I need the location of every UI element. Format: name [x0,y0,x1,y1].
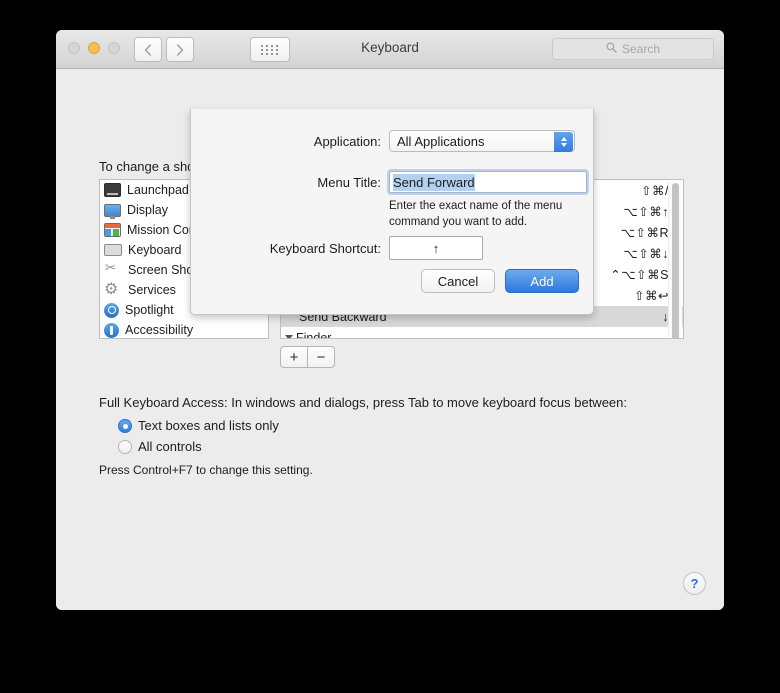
table-group-row[interactable]: Finder [281,327,683,339]
application-row: Application: All Applications [191,130,575,152]
menu-title-label: Menu Title: [317,174,381,190]
sidebar-item-label: Accessibility [125,323,194,337]
menu-title-input[interactable]: Send Forward [389,171,587,193]
keyboard-shortcut-row: Keyboard Shortcut: ↑ [191,236,483,260]
mission-control-icon [104,223,121,237]
sidebar-item-accessibility[interactable]: Accessibility [100,320,268,338]
spotlight-icon [104,302,119,318]
keyboard-shortcut-label: Keyboard Shortcut: [269,240,381,256]
search-placeholder: Search [621,42,661,56]
help-button[interactable]: ? [683,572,706,595]
window-content: To change a shortcut, select it, click t… [56,69,724,610]
application-selected-value: All Applications [397,133,485,149]
search-icon [606,42,617,56]
search-field[interactable]: Search [552,38,714,60]
services-icon [104,279,122,299]
group-name: Finder [296,330,332,339]
keyboard-preferences-window: Keyboard Search To change a shortcut, se… [56,30,724,610]
shortcut-list-scrollbar[interactable] [668,181,682,338]
cancel-button[interactable]: Cancel [421,269,495,293]
sidebar-item-label: Services [128,283,176,297]
menu-title-helper-text: Enter the exact name of the menu command… [389,200,563,228]
press-control-f7-note: Press Control+F7 to change this setting. [99,463,313,477]
scrollbar-thumb[interactable] [672,183,679,338]
screenshot-icon [104,260,122,278]
add-button[interactable]: Add [505,269,579,293]
keyboard-shortcut-input[interactable]: ↑ [389,236,483,260]
shortcut-keys: ⌥⇧⌘R [620,226,669,240]
disclosure-triangle-icon[interactable] [285,335,293,338]
launchpad-icon [104,183,121,197]
sidebar-item-label: Keyboard [128,243,182,257]
keyboard-icon [104,244,122,256]
keyboard-shortcut-value: ↑ [432,240,440,256]
radio-text-boxes-and-lists-only[interactable]: Text boxes and lists only [118,418,279,433]
radio-all-controls[interactable]: All controls [118,439,202,454]
sidebar-item-label: Display [127,203,168,217]
shortcut-keys: ⌥⇧⌘↓ [623,247,669,261]
add-shortcut-sheet: Application: All Applications Menu Title… [190,109,594,315]
application-label: Application: [313,133,381,149]
application-select[interactable]: All Applications [389,130,575,152]
full-keyboard-access-label: Full Keyboard Access: In windows and dia… [99,395,627,410]
chevron-updown-icon[interactable] [554,132,573,152]
shortcut-keys: ⌃⌥⇧⌘S [610,268,669,282]
menu-title-value: Send Forward [393,173,475,191]
remove-shortcut-button[interactable]: − [308,346,335,368]
radio-label: All controls [138,439,202,454]
shortcut-keys: ⌥⇧⌘↑ [623,205,669,219]
radio-button-icon[interactable] [118,439,132,454]
group-name-wrapper: Finder [281,330,669,339]
sheet-buttons: Cancel Add [421,269,579,293]
radio-label: Text boxes and lists only [138,418,279,433]
display-icon [104,203,121,219]
shortcut-keys: ⇧⌘/ [641,184,669,198]
window-titlebar: Keyboard Search [56,30,724,69]
sidebar-item-label: Spotlight [125,303,174,317]
accessibility-icon [104,322,119,338]
radio-button-icon[interactable] [118,418,132,433]
add-remove-buttons: + − [280,346,335,368]
add-shortcut-button[interactable]: + [280,346,308,368]
menu-title-row: Menu Title: Send Forward [191,171,587,193]
shortcut-keys: ⇧⌘↩ [634,289,669,303]
